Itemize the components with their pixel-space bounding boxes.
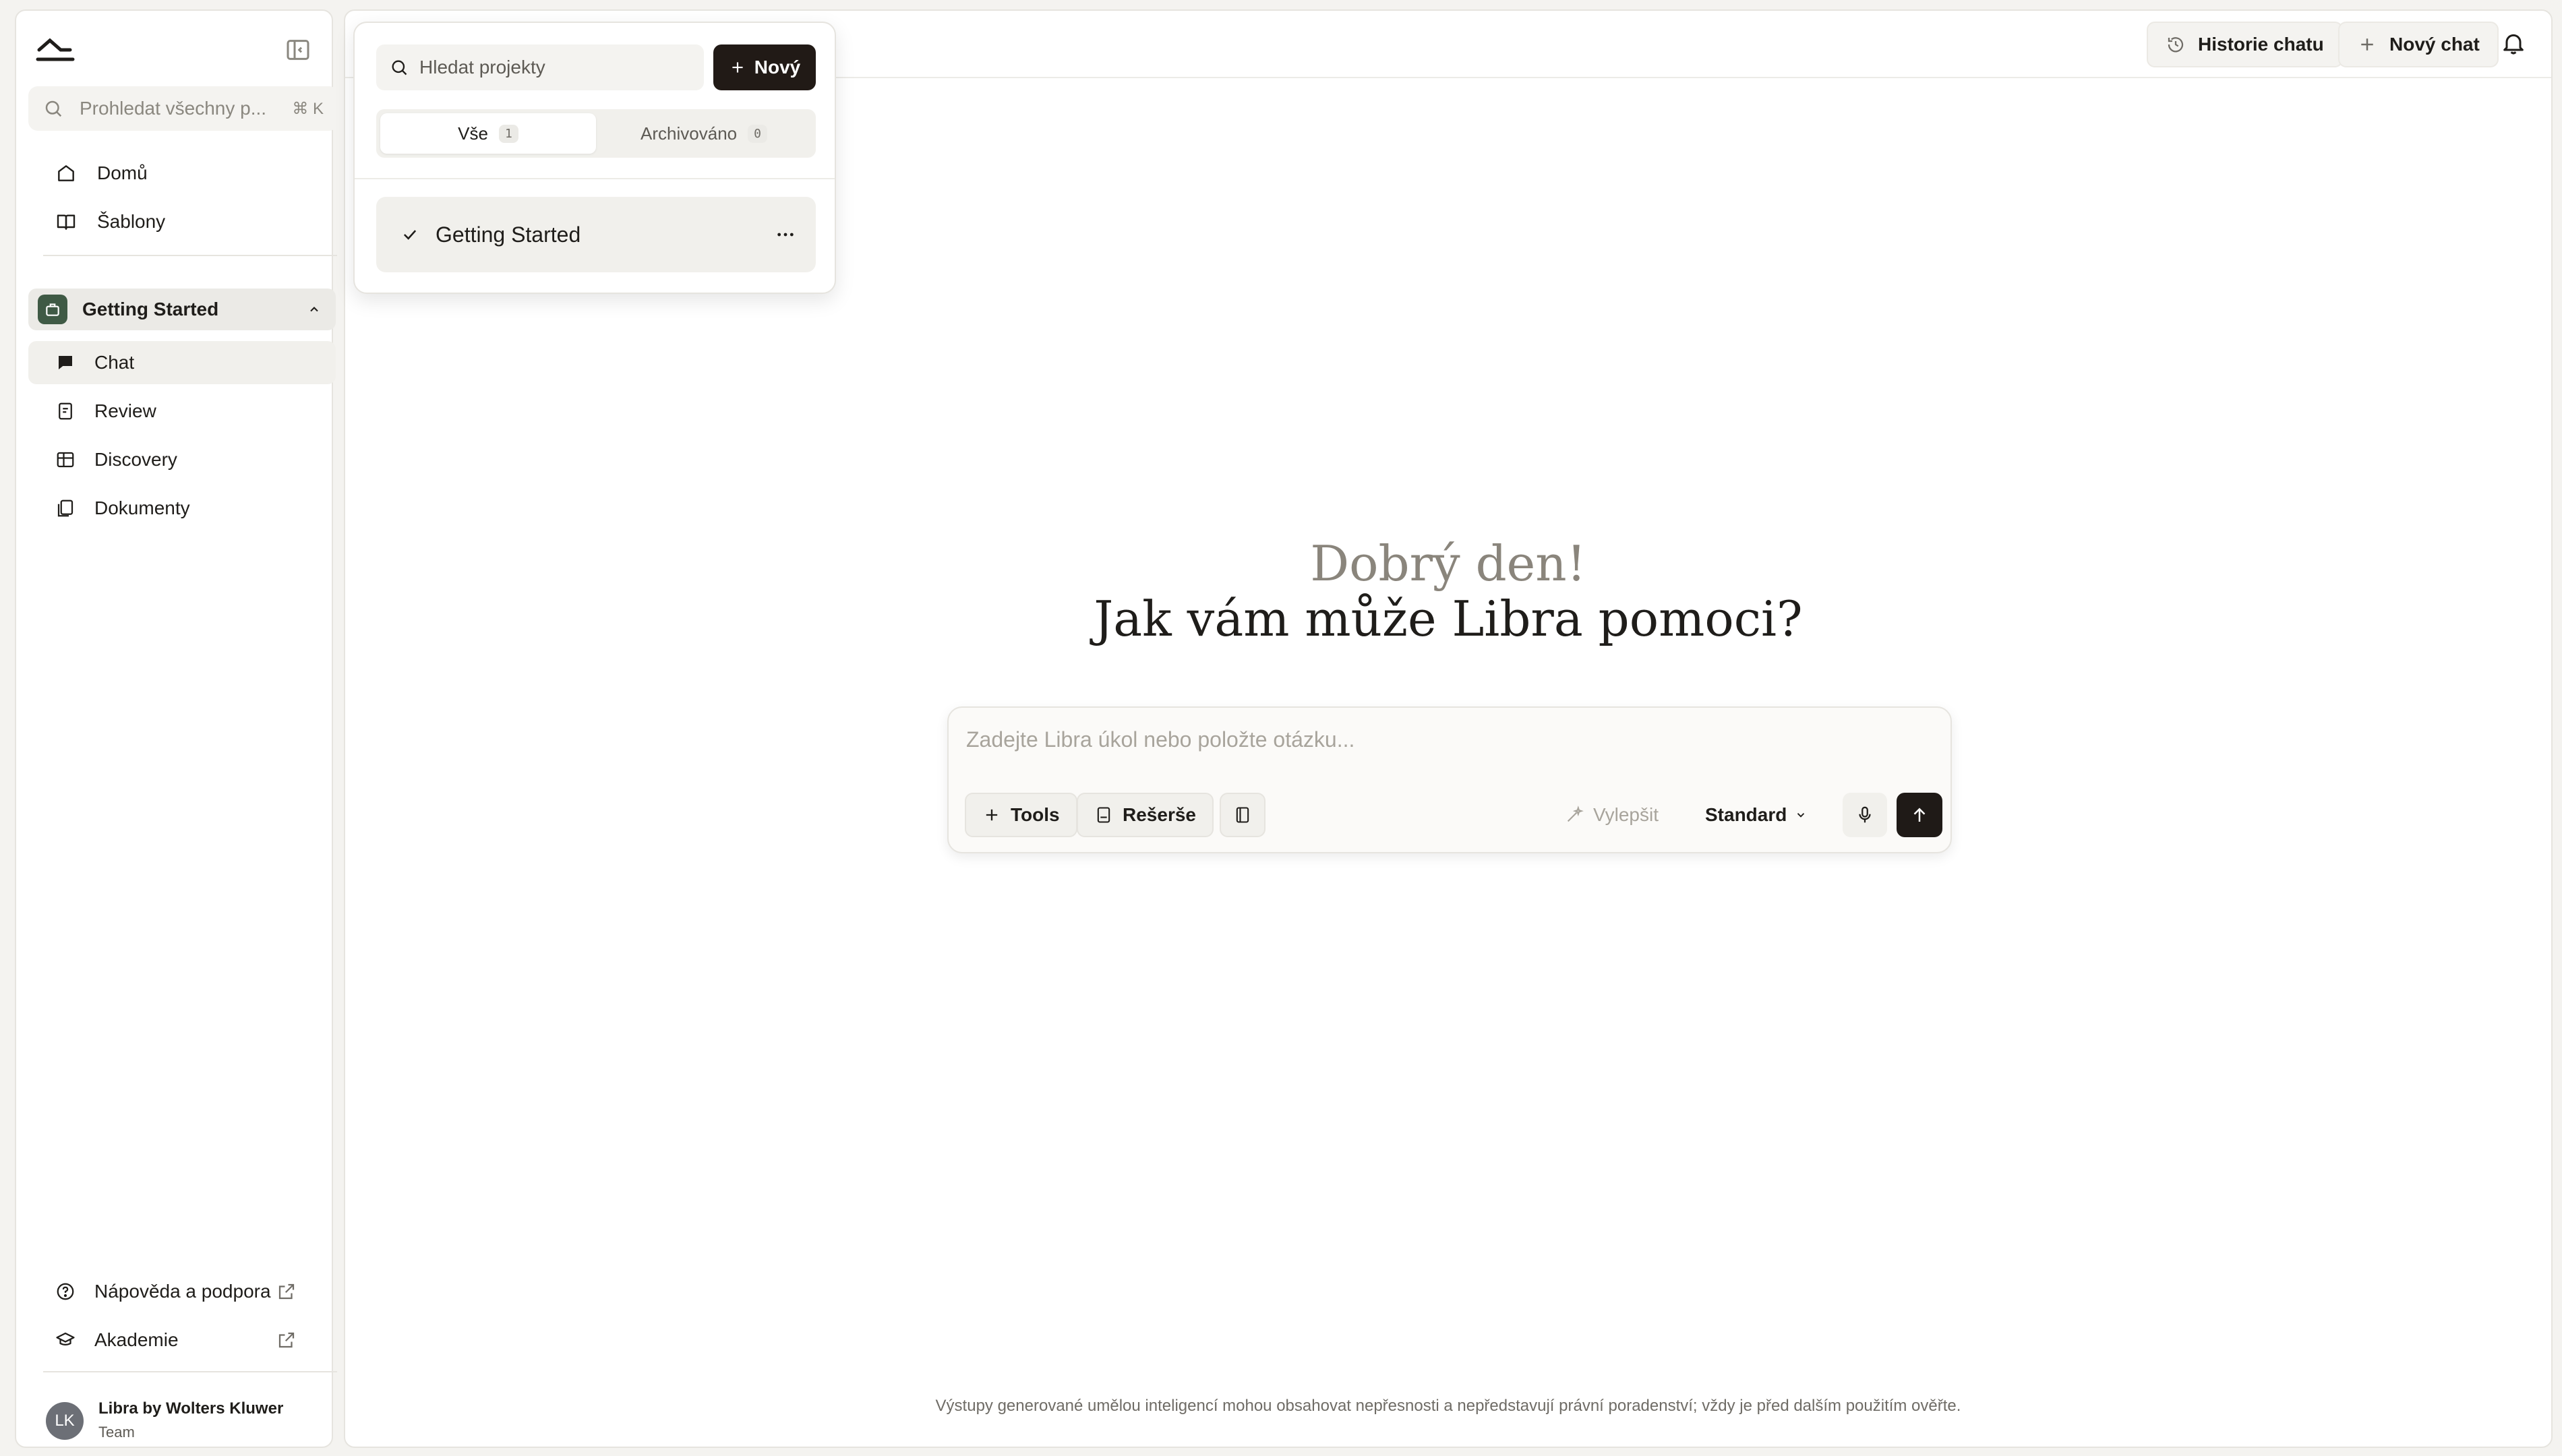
arrow-up-icon	[1909, 805, 1930, 825]
external-link-icon	[276, 1330, 297, 1350]
user-profile[interactable]: LK Libra by Wolters Kluwer Team	[46, 1399, 329, 1447]
popover-divider	[355, 178, 835, 179]
plus-icon	[982, 806, 1001, 824]
project-switcher[interactable]: Getting Started	[28, 289, 336, 330]
plus-icon	[729, 59, 746, 76]
tab-archived[interactable]: Archivováno 0	[596, 113, 812, 154]
book-icon	[55, 211, 77, 233]
chevron-up-icon	[307, 303, 321, 316]
avatar: LK	[46, 1402, 84, 1440]
research-label: Rešerše	[1123, 804, 1196, 825]
user-plan: Team	[98, 1424, 135, 1440]
global-search[interactable]: Prohledat všechny p... ⌘ K	[28, 86, 338, 131]
project-search[interactable]	[376, 44, 704, 90]
project-item-chat[interactable]: Chat	[28, 341, 336, 384]
tab-all-count: 1	[498, 124, 518, 143]
table-icon	[55, 450, 76, 470]
user-name: Libra by Wolters Kluwer	[98, 1399, 284, 1418]
magic-wand-icon	[1565, 806, 1584, 824]
academy-icon	[55, 1330, 76, 1350]
footer-help[interactable]: Nápověda a podpora	[28, 1271, 336, 1312]
search-icon	[43, 98, 63, 119]
new-chat-label: Nový chat	[2389, 34, 2480, 55]
review-icon	[55, 401, 76, 421]
external-link-icon	[276, 1281, 297, 1302]
documents-icon	[55, 498, 76, 518]
mode-label: Standard	[1705, 804, 1787, 825]
send-button[interactable]	[1897, 793, 1942, 837]
briefcase-icon	[44, 301, 61, 318]
project-list-item[interactable]: Getting Started	[376, 197, 816, 272]
history-icon	[2166, 34, 2186, 55]
project-item-documents[interactable]: Dokumenty	[28, 487, 336, 530]
chat-history-label: Historie chatu	[2198, 34, 2324, 55]
check-icon	[400, 225, 419, 244]
microphone-icon	[1855, 805, 1875, 825]
greeting-line-1: Dobrý den!	[1310, 535, 1586, 592]
ai-disclaimer: Výstupy generované umělou inteligencí mo…	[935, 1397, 1961, 1415]
sidebar-collapse-icon[interactable]	[285, 36, 311, 63]
project-item-discovery[interactable]: Discovery	[28, 438, 336, 481]
global-search-placeholder: Prohledat všechny p...	[80, 98, 267, 119]
sidebar-divider	[43, 255, 337, 256]
project-badge	[38, 295, 67, 324]
tab-archived-count: 0	[748, 124, 767, 143]
microphone-button[interactable]	[1843, 793, 1887, 837]
tools-label: Tools	[1011, 804, 1060, 825]
project-item-review[interactable]: Review	[28, 390, 336, 433]
greeting-line-2: Jak vám může Libra pomoci?	[1094, 590, 1803, 647]
sidebar-footer-divider	[43, 1371, 337, 1372]
project-item-chat-label: Chat	[94, 352, 135, 373]
attach-document-button[interactable]	[1220, 793, 1265, 837]
chat-history-button[interactable]: Historie chatu	[2147, 22, 2343, 67]
project-filter-tabs: Vše 1 Archivováno 0	[376, 109, 816, 158]
home-icon	[55, 162, 77, 184]
research-button[interactable]: Rešerše	[1077, 793, 1214, 837]
search-shortcut: ⌘ K	[292, 99, 324, 118]
project-popover: Nový Vše 1 Archivováno 0 Getting Started	[353, 22, 836, 294]
project-item-documents-label: Dokumenty	[94, 497, 190, 518]
new-project-button[interactable]: Nový	[713, 44, 816, 90]
composer-input[interactable]	[965, 723, 1909, 756]
chevron-down-icon	[1795, 809, 1807, 821]
project-list-item-label: Getting Started	[436, 222, 581, 247]
project-item-discovery-label: Discovery	[94, 449, 177, 470]
tab-all[interactable]: Vše 1	[380, 113, 596, 154]
help-icon	[55, 1281, 76, 1302]
chat-icon	[55, 353, 76, 373]
composer: Tools Rešerše Vylepšit Standard	[947, 706, 1952, 853]
nav-templates[interactable]: Šablony	[28, 200, 336, 244]
sidebar: Prohledat všechny p... ⌘ K Domů Šablony …	[15, 9, 338, 1448]
document-icon	[1233, 806, 1252, 824]
nav-home-label: Domů	[97, 162, 148, 183]
tools-button[interactable]: Tools	[965, 793, 1077, 837]
improve-label: Vylepšit	[1593, 804, 1659, 825]
mode-select[interactable]: Standard	[1698, 793, 1814, 837]
tab-all-label: Vše	[458, 123, 488, 144]
book-icon	[1094, 806, 1113, 824]
search-icon	[390, 58, 409, 77]
nav-templates-label: Šablony	[97, 211, 166, 232]
new-chat-button[interactable]: Nový chat	[2338, 22, 2499, 67]
more-options-icon[interactable]	[774, 224, 797, 245]
improve-button[interactable]: Vylepšit	[1558, 793, 1665, 837]
tab-archived-label: Archivováno	[640, 123, 738, 144]
new-project-label: Nový	[754, 57, 801, 78]
project-search-input[interactable]	[418, 56, 701, 79]
project-item-review-label: Review	[94, 400, 156, 421]
footer-help-label: Nápověda a podpora	[94, 1281, 271, 1302]
plus-icon	[2357, 34, 2377, 55]
libra-logo-icon[interactable]	[35, 35, 76, 65]
nav-home[interactable]: Domů	[28, 151, 336, 195]
bell-icon[interactable]	[2500, 30, 2527, 57]
project-name: Getting Started	[82, 299, 219, 320]
footer-academy[interactable]: Akademie	[28, 1320, 336, 1360]
footer-academy-label: Akademie	[94, 1329, 179, 1350]
